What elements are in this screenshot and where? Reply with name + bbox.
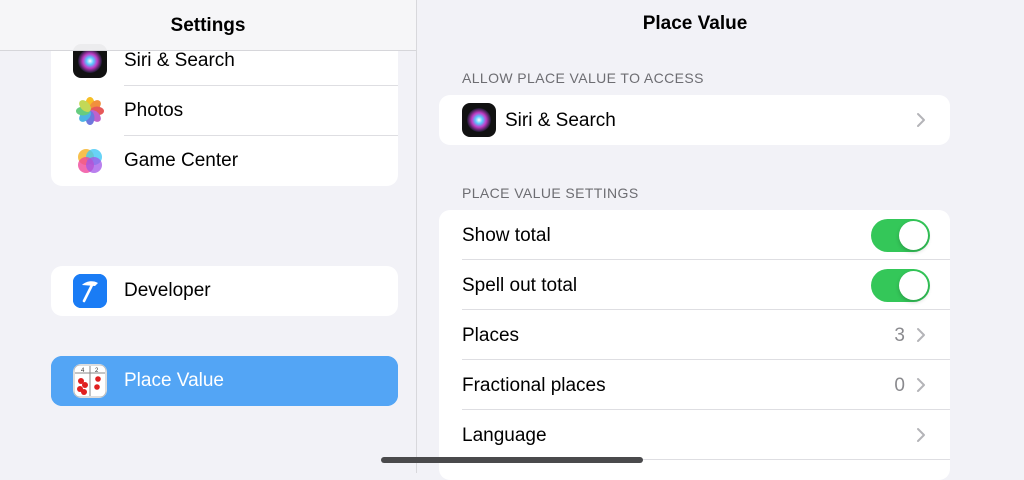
- row-show-total: Show total: [439, 210, 950, 260]
- game-center-icon: [73, 144, 107, 178]
- row-spell-out-total: Spell out total: [439, 260, 950, 310]
- chevron-right-icon: [917, 428, 925, 442]
- sidebar-title: Settings: [170, 14, 246, 36]
- row-label: Spell out total: [462, 275, 578, 296]
- sidebar-header: Settings: [0, 0, 416, 51]
- siri-icon: [462, 103, 496, 137]
- sidebar-item-developer[interactable]: Developer: [51, 266, 398, 316]
- sidebar-item-game-center[interactable]: Game Center: [51, 136, 398, 186]
- sidebar-group-place-value: 4 2 Place Value: [51, 356, 398, 406]
- toggle-knob: [899, 221, 928, 250]
- sidebar-item-label: Siri & Search: [124, 50, 235, 71]
- sidebar-item-label: Developer: [124, 280, 211, 301]
- section-header-access: ALLOW PLACE VALUE TO ACCESS: [462, 70, 704, 86]
- row-fractional-places[interactable]: Fractional places 0: [439, 360, 950, 410]
- hammer-icon: [73, 274, 107, 308]
- sidebar-item-photos[interactable]: Photos: [51, 86, 398, 136]
- home-indicator[interactable]: [381, 457, 643, 463]
- row-siri-search[interactable]: Siri & Search: [439, 95, 950, 145]
- places-value: 3: [894, 325, 905, 346]
- sidebar-item-label: Place Value: [124, 370, 224, 391]
- row-label: Language: [462, 425, 547, 446]
- photos-icon: [73, 94, 107, 128]
- page-title: Place Value: [642, 13, 748, 34]
- section-header-settings: PLACE VALUE SETTINGS: [462, 185, 639, 201]
- group-access: Siri & Search: [439, 95, 950, 145]
- group-settings: Show total Spell out total Places 3 Frac…: [439, 210, 950, 480]
- row-label: Fractional places: [462, 375, 606, 396]
- sidebar-group-apps: Siri & Search Photos Game Center: [51, 36, 398, 186]
- fractional-places-value: 0: [894, 375, 905, 396]
- chevron-right-icon: [917, 113, 925, 127]
- sidebar: Siri & Search Photos Game Center Develop…: [0, 0, 416, 473]
- row-language[interactable]: Language: [439, 410, 950, 460]
- sidebar-item-label: Game Center: [124, 150, 239, 171]
- row-label: Places: [462, 325, 520, 346]
- row-label: Show total: [462, 225, 551, 246]
- show-total-toggle[interactable]: [871, 219, 930, 252]
- chevron-right-icon: [917, 328, 925, 342]
- sidebar-item-place-value[interactable]: 4 2 Place Value: [51, 356, 398, 406]
- place-value-app-icon: 4 2: [73, 364, 107, 398]
- chevron-right-icon: [917, 378, 925, 392]
- sidebar-group-developer: Developer: [51, 266, 398, 316]
- toggle-knob: [899, 271, 928, 300]
- row-label: Siri & Search: [505, 110, 616, 131]
- sidebar-item-label: Photos: [124, 100, 184, 121]
- row-places[interactable]: Places 3: [439, 310, 950, 360]
- spell-out-total-toggle[interactable]: [871, 269, 930, 302]
